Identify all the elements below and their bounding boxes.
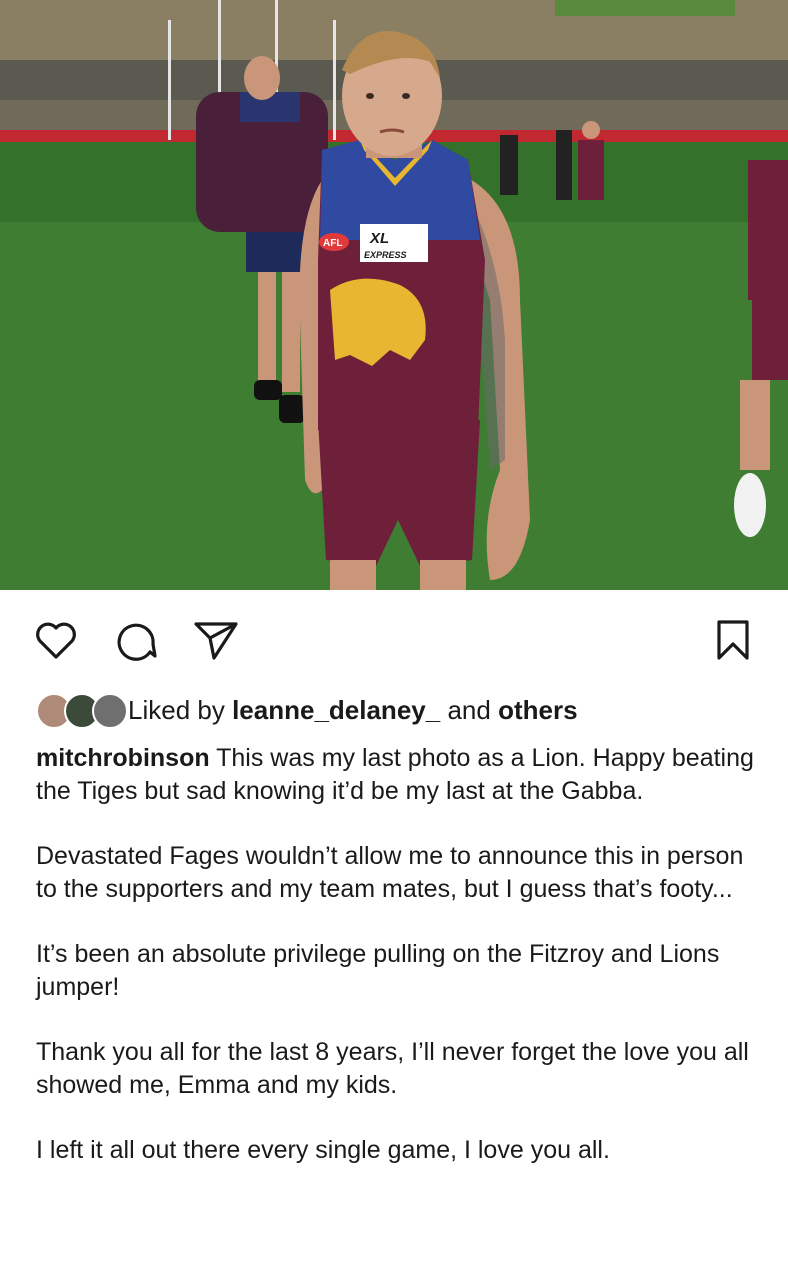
send-icon[interactable]: [190, 616, 242, 664]
sponsor-top-text: XL: [369, 230, 389, 247]
caption-paragraph: mitchrobinson This was my last photo as …: [36, 742, 766, 808]
post-caption: mitchrobinson This was my last photo as …: [36, 742, 766, 1199]
likes-row: Liked by leanne_delaney_ and others: [36, 690, 768, 730]
likes-others[interactable]: others: [498, 695, 577, 726]
sponsor-bottom-text: EXPRESS: [364, 250, 407, 260]
caption-paragraph: Devastated Fages wouldn’t allow me to an…: [36, 842, 744, 903]
caption-paragraph: It’s been an absolute privilege pulling …: [36, 940, 720, 1001]
caption-paragraph: I left it all out there every single gam…: [36, 1136, 610, 1164]
post-actions-bar: [0, 590, 788, 685]
post-photo[interactable]: XL EXPRESS AFL: [0, 0, 788, 590]
liker-username[interactable]: leanne_delaney_: [232, 695, 440, 726]
afl-badge-text: AFL: [323, 238, 342, 249]
caption-paragraph: Thank you all for the last 8 years, I’ll…: [36, 1038, 749, 1099]
likes-and: and: [447, 694, 491, 725]
caption-username[interactable]: mitchrobinson: [36, 744, 210, 772]
scoreboard: [555, 0, 735, 16]
liked-by-prefix: Liked by: [128, 694, 225, 725]
photo-scene: XL EXPRESS AFL: [0, 0, 788, 590]
heart-icon[interactable]: [32, 616, 80, 664]
bookmark-icon[interactable]: [710, 616, 756, 664]
liker-avatars[interactable]: [36, 692, 128, 729]
comment-icon[interactable]: [112, 616, 160, 664]
avatar: [92, 693, 128, 729]
